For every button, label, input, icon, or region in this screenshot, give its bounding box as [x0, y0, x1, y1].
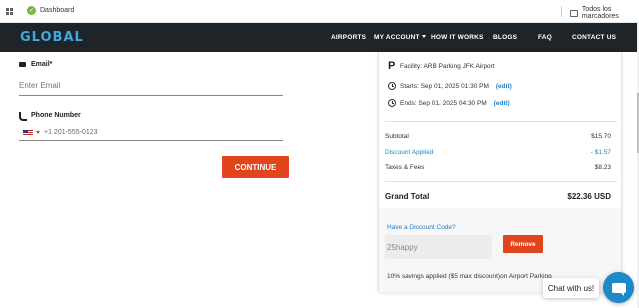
country-dropdown-icon[interactable]	[36, 131, 40, 134]
nav-my-account-label: MY ACCOUNT	[374, 34, 420, 41]
subtotal-label: Subtotal	[385, 133, 409, 140]
bookmark-all-label: Todos los marcadores	[581, 6, 619, 20]
discount-label: Discount Applied	[385, 149, 434, 156]
divider	[385, 181, 617, 182]
bookmark-dashboard-label: Dashboard	[40, 7, 75, 14]
divider	[385, 121, 617, 122]
bookmarks-bar: ✓ Dashboard Todos los marcadores	[0, 0, 639, 23]
fees-row: Taxes & Fees $8.23	[385, 164, 611, 171]
edit-end-link[interactable]: (edit)	[494, 100, 510, 107]
dashboard-favicon-icon: ✓	[27, 6, 36, 15]
fees-label: Taxes & Fees	[385, 164, 425, 171]
bookmark-dashboard[interactable]: ✓ Dashboard	[27, 6, 74, 15]
phone-label: Phone Number	[19, 112, 81, 121]
chat-icon	[611, 282, 626, 296]
discount-row: Discount Applied - $1.57	[385, 149, 611, 156]
chat-bubble[interactable]: Chat with us!	[543, 278, 599, 298]
booking-summary-card: P Facility: ARB Parking JFK Airport Star…	[378, 52, 622, 292]
chevron-down-icon	[421, 35, 426, 38]
grand-total-value: $22.36 USD	[567, 192, 611, 201]
facility-row: P Facility: ARB Parking JFK Airport	[388, 60, 495, 72]
site-navbar: GLOBAL AIRPORTS MY ACCOUNT HOW IT WORKS …	[0, 23, 637, 52]
nav-blogs[interactable]: BLOGS	[493, 34, 517, 41]
nav-my-account[interactable]: MY ACCOUNT	[374, 34, 426, 41]
phone-icon	[19, 112, 27, 121]
start-row: Starts: Sep 01, 2025 01:30 PM (edit)	[388, 82, 512, 90]
parking-icon: P	[388, 60, 396, 72]
bookmarks-separator	[561, 6, 562, 17]
nav-contact-us[interactable]: CONTACT US	[572, 34, 616, 41]
email-label-text: Email*	[31, 61, 53, 68]
email-label: Email*	[19, 61, 52, 68]
email-field[interactable]	[19, 76, 283, 96]
discount-code-input[interactable]	[385, 235, 492, 259]
subtotal-row: Subtotal $15.70	[385, 133, 611, 140]
clock-icon	[388, 82, 396, 90]
discount-value: - $1.57	[590, 149, 611, 156]
fees-value: $8.23	[594, 164, 611, 171]
nav-faq[interactable]: FAQ	[538, 34, 552, 41]
continue-button[interactable]: CONTINUE	[222, 156, 289, 178]
edit-start-link[interactable]: (edit)	[496, 83, 512, 90]
clock-icon	[388, 99, 396, 107]
chat-button[interactable]	[603, 272, 634, 303]
bookmark-all-folder[interactable]: Todos los marcadores	[570, 6, 639, 20]
subtotal-value: $15.70	[591, 133, 611, 140]
discount-code-link[interactable]: Have a Discount Code?	[387, 224, 456, 231]
grand-total-label: Grand Total	[385, 192, 430, 201]
apps-grid-icon[interactable]	[6, 8, 13, 15]
phone-label-text: Phone Number	[31, 112, 81, 119]
end-text: Ends: Sep 01, 2025 04:30 PM	[400, 99, 487, 107]
savings-note: 10% savings applied ($5 max discount)on …	[387, 273, 552, 280]
mail-icon	[19, 62, 26, 67]
start-text: Starts: Sep 01, 2025 01:30 PM	[400, 82, 489, 90]
phone-field[interactable]: +1 201-555-0123	[19, 125, 283, 141]
remove-button[interactable]: Remove	[503, 235, 543, 253]
grand-total-row: Grand Total $22.36 USD	[385, 192, 611, 201]
us-flag-icon[interactable]	[23, 129, 33, 136]
folder-icon	[570, 9, 578, 17]
facility-text: Facility: ARB Parking JFK Airport	[400, 62, 495, 70]
nav-airports[interactable]: AIRPORTS	[331, 34, 366, 41]
phone-placeholder: +1 201-555-0123	[44, 129, 98, 136]
site-logo[interactable]: GLOBAL	[20, 30, 84, 45]
end-row: Ends: Sep 01, 2025 04:30 PM (edit)	[388, 99, 510, 107]
nav-how-it-works[interactable]: HOW IT WORKS	[431, 34, 484, 41]
